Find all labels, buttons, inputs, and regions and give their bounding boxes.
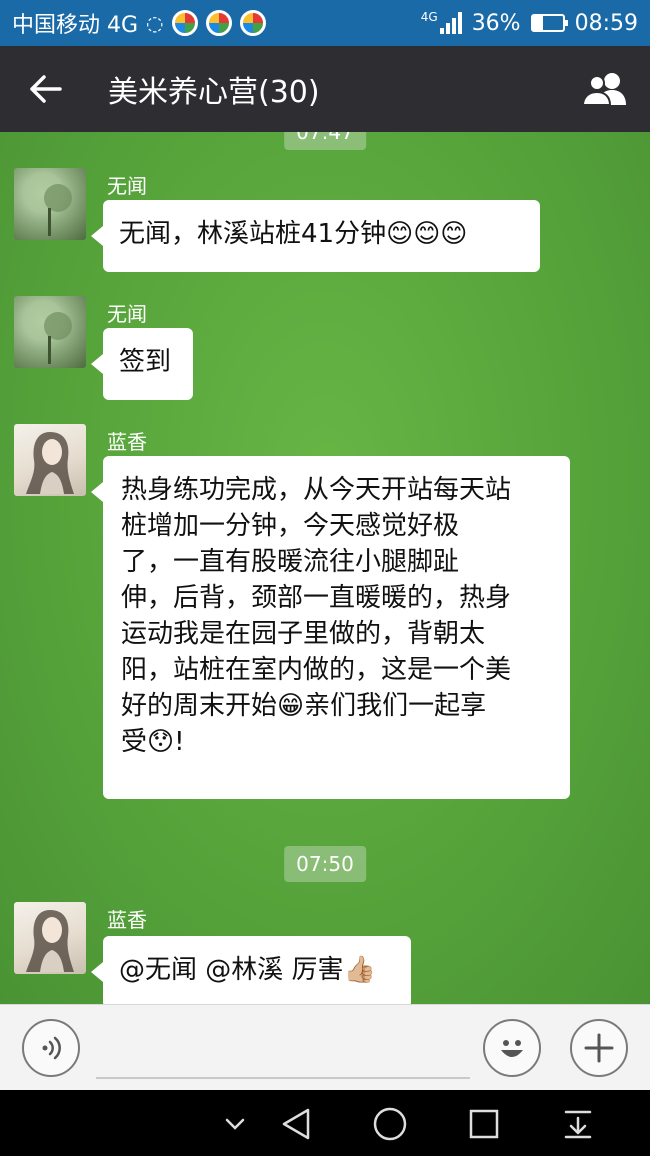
timestamp-divider: 07:50 [284,846,366,882]
plus-icon [584,1033,614,1063]
back-arrow-icon [30,75,62,103]
app-notification-icon [239,10,266,36]
sender-name: 蓝香 [107,908,147,932]
status-bar: 中国移动 4G ◌ 4G 36% 08:59 [0,0,650,46]
message-line: 伸，后背，颈部一直暖暖的，热身 [121,583,512,613]
avatar[interactable] [14,296,86,368]
nav-back-button[interactable] [278,1106,314,1142]
message-line: 好的周末开始😁亲们我们一起享 [121,691,487,721]
message-line: 受😯! [121,727,185,757]
group-members-icon [581,73,626,106]
network-type: 4G [420,10,438,24]
avatar[interactable] [14,168,86,240]
avatar-image [24,300,72,364]
voice-input-icon [42,1036,61,1060]
message-notification-icon: ◌ [146,11,164,35]
emoji-button[interactable] [483,1019,541,1077]
message-line: 桩增加一分钟，今天感觉好极 [121,511,460,541]
emoji-icon [501,1040,523,1057]
message-item: 无闻 无闻，林溪站桩41分钟😊😊😊 [14,168,634,278]
nav-recents-icon [469,1109,499,1139]
message-item: 无闻 签到 [14,296,634,406]
status-left: 中国移动 4G ◌ [12,7,266,39]
nav-home-icon [373,1107,407,1141]
avatar[interactable] [14,424,86,496]
sender-name: 无闻 [107,174,147,198]
message-input[interactable] [96,1077,470,1079]
signal-icon [439,12,462,34]
battery-icon [530,14,568,32]
chevron-down-icon [225,1118,245,1130]
voice-input-button[interactable] [22,1019,80,1077]
title-bar: 美米养心营(30) [0,46,650,132]
system-nav-bar [0,1090,650,1156]
group-members-button[interactable] [560,46,650,132]
message-bubble[interactable]: 签到 [91,328,193,400]
message-item: 蓝香 热身练功完成，从今天开站每天站 桩增加一分钟，今天感觉好极 了，一直有股暖… [14,424,634,804]
message-bubble[interactable]: 热身练功完成，从今天开站每天站 桩增加一分钟，今天感觉好极 了，一直有股暖流往小… [91,456,570,799]
carrier-label: 中国移动 4G [12,13,139,38]
nav-home-button[interactable] [372,1106,408,1142]
avatar[interactable] [14,902,86,974]
message-line: 阳，站桩在室内做的，这是一个美 [121,655,512,685]
sender-name: 蓝香 [107,430,147,454]
more-button[interactable] [570,1019,628,1077]
message-item: 蓝香 @无闻 @林溪 厉害👍🏼 [14,902,634,1004]
message-bubble[interactable]: @无闻 @林溪 厉害👍🏼 [91,936,411,1004]
sender-name: 无闻 [107,302,147,326]
battery-percent: 36% [471,10,521,36]
message-line: 运动我是在园子里做的，背朝太 [121,619,486,649]
chat-title: 美米养心营(30) [108,75,320,110]
chat-area[interactable]: 07:47 无闻 无闻，林溪站桩41分钟😊😊😊 无闻 签到 蓝香 热身练功完成，… [0,132,650,1004]
message-bubble[interactable]: 无闻，林溪站桩41分钟😊😊😊 [91,200,540,272]
message-line: 热身练功完成，从今天开站每天站 [121,475,512,505]
avatar-image [26,910,74,972]
back-button[interactable] [0,46,90,132]
message-line: 了，一直有股暖流往小腿脚趾 [121,547,460,577]
nav-drawer-icon [564,1110,592,1139]
avatar-image [26,432,74,494]
nav-drawer-button[interactable] [560,1106,596,1142]
avatar-image [24,172,72,236]
nav-back-icon [282,1108,310,1140]
input-bar [0,1004,650,1090]
hide-nav-button[interactable] [217,1106,253,1142]
nav-recents-button[interactable] [466,1106,502,1142]
clock: 08:59 [574,10,638,36]
status-right: 4G 36% 08:59 [420,10,638,36]
app-notification-icon [205,10,232,36]
app-notification-icon [171,10,198,36]
timestamp-top: 07:47 [284,132,366,150]
